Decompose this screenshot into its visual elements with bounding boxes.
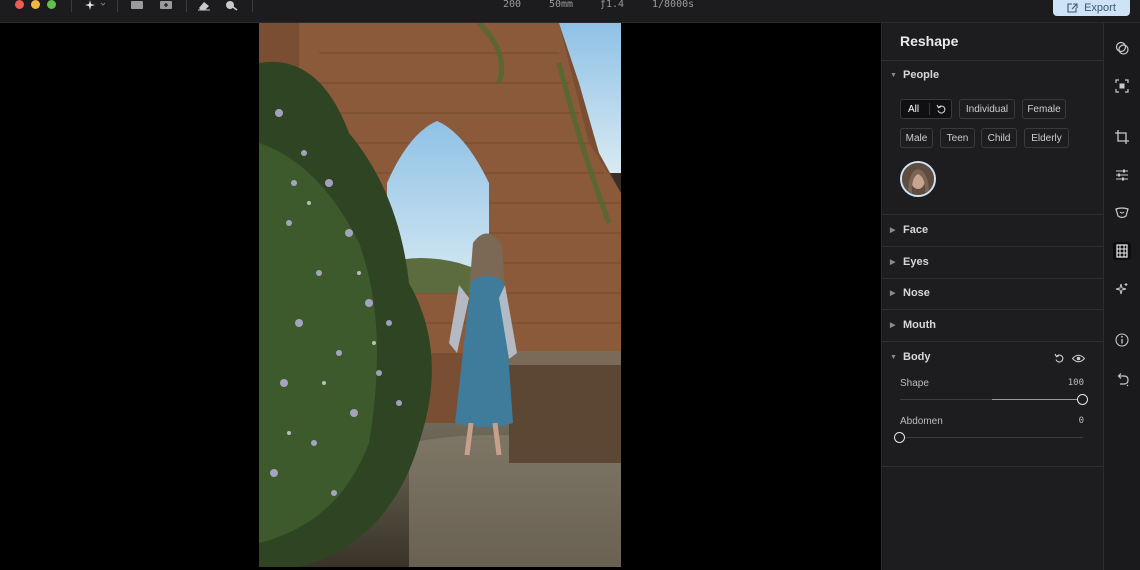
minimize-window-button[interactable]: [31, 0, 40, 9]
divider: [882, 278, 1103, 279]
toolbar-divider: [186, 0, 187, 12]
body-visibility-toggle[interactable]: [1071, 352, 1085, 364]
info-button[interactable]: [1113, 331, 1131, 349]
zoom-tool-button[interactable]: [224, 0, 240, 11]
filter-individual-chip[interactable]: Individual: [959, 99, 1015, 119]
exif-focal-length: 50mm: [549, 0, 574, 10]
chevron-right-icon: ▶: [890, 227, 896, 234]
eye-icon: [1071, 354, 1085, 362]
title-toolbar: 200 50mm ƒ1.4 1/8000s Export: [0, 0, 1140, 23]
ai-enhance-icon: [1115, 283, 1128, 295]
panel-title: Reshape: [900, 33, 959, 49]
filter-male-chip[interactable]: Male: [900, 128, 933, 148]
filter-female-chip[interactable]: Female: [1022, 99, 1066, 119]
section-eyes-label: Eyes: [903, 256, 929, 268]
adjustments-tool-button[interactable]: [1113, 166, 1131, 184]
reset-icon: [1054, 353, 1063, 363]
crop-icon: [1115, 130, 1129, 144]
close-window-button[interactable]: [15, 0, 24, 9]
photo-preview[interactable]: [259, 23, 621, 567]
add-photo-icon: [160, 1, 172, 9]
abdomen-slider[interactable]: [894, 432, 1083, 443]
section-face-header[interactable]: ▶ Face: [890, 224, 928, 236]
photo-woman-in-blue-dress: [259, 23, 621, 567]
exif-shutter-speed: 1/8000s: [652, 0, 695, 10]
toolbar-divider: [252, 0, 253, 12]
image-canvas[interactable]: [0, 23, 880, 570]
filter-all-chip[interactable]: All: [900, 99, 952, 119]
compare-button[interactable]: [129, 0, 145, 11]
toolbar-divider: [117, 0, 118, 12]
select-subject-icon: [1115, 79, 1129, 93]
magic-wand-icon: [85, 0, 105, 10]
section-mouth-label: Mouth: [903, 319, 936, 331]
filter-teen-chip[interactable]: Teen: [940, 128, 975, 148]
tool-rail: [1103, 23, 1140, 570]
divider: [882, 214, 1103, 215]
eraser-tool-button[interactable]: [196, 0, 212, 11]
section-mouth-header[interactable]: ▶ Mouth: [890, 319, 936, 331]
shape-slider-knob[interactable]: [1077, 394, 1088, 405]
section-body-label: Body: [903, 351, 931, 363]
chip-divider: [929, 103, 930, 115]
select-subject-tool-button[interactable]: [1113, 77, 1131, 95]
magic-wand-tool-button[interactable]: [82, 0, 106, 11]
section-nose-header[interactable]: ▶ Nose: [890, 287, 930, 299]
retouch-icon: [1115, 207, 1129, 219]
section-people-header[interactable]: ▼ People: [890, 69, 939, 81]
zoom-icon: [226, 0, 238, 11]
ai-enhance-tool-button[interactable]: [1113, 280, 1131, 298]
crop-tool-button[interactable]: [1113, 128, 1131, 146]
abdomen-slider-value[interactable]: 0: [1079, 416, 1084, 426]
section-eyes-header[interactable]: ▶ Eyes: [890, 256, 929, 268]
compare-icon: [131, 1, 143, 9]
zoom-window-button[interactable]: [47, 0, 56, 9]
divider: [882, 341, 1103, 342]
face-thumbnail: [902, 163, 934, 195]
body-reset-button[interactable]: [1053, 352, 1065, 364]
divider: [882, 466, 1103, 467]
eraser-icon: [198, 1, 210, 10]
divider: [882, 309, 1103, 310]
filter-all-label: All: [908, 103, 920, 115]
section-nose-label: Nose: [903, 287, 930, 299]
chevron-down-icon: ▼: [890, 353, 897, 361]
toolbar-divider: [71, 0, 72, 12]
section-face-label: Face: [903, 224, 929, 236]
section-people-label: People: [903, 69, 940, 81]
shape-slider-label: Shape: [900, 378, 929, 389]
info-icon: [1115, 333, 1129, 347]
chevron-right-icon: ▶: [890, 259, 896, 266]
shape-slider[interactable]: [900, 394, 1088, 405]
exif-aperture: ƒ1.4: [600, 0, 625, 10]
export-icon: [1067, 3, 1078, 13]
reshape-panel: Reshape ▼ People All Individual Female M…: [881, 23, 1103, 570]
divider: [882, 60, 1103, 61]
undo-history-icon: [1117, 373, 1129, 387]
filter-elderly-chip[interactable]: Elderly: [1024, 128, 1069, 148]
history-button[interactable]: [1113, 371, 1131, 389]
section-body-header[interactable]: ▼ Body: [890, 351, 931, 363]
detected-person-avatar[interactable]: [900, 161, 936, 197]
shape-slider-value[interactable]: 100: [1068, 378, 1084, 388]
chevron-right-icon: ▶: [890, 322, 896, 329]
shape-slider-fill: [991, 399, 1083, 400]
abdomen-slider-knob[interactable]: [894, 432, 905, 443]
layers-tool-button[interactable]: [1113, 39, 1131, 57]
add-photo-button[interactable]: [158, 0, 174, 11]
layers-icon: [1115, 41, 1129, 55]
chevron-down-icon: ▼: [890, 71, 897, 79]
retouch-tool-button[interactable]: [1113, 204, 1131, 222]
filter-child-chip[interactable]: Child: [981, 128, 1017, 148]
chevron-right-icon: ▶: [890, 290, 896, 297]
export-label: Export: [1084, 2, 1116, 14]
adjustments-icon: [1116, 169, 1128, 181]
reset-icon[interactable]: [936, 104, 947, 115]
reshape-body-tool-button[interactable]: [1113, 242, 1131, 260]
reshape-body-icon: [1116, 244, 1128, 258]
divider: [882, 246, 1103, 247]
abdomen-slider-label: Abdomen: [900, 416, 943, 427]
export-button[interactable]: Export: [1053, 0, 1130, 16]
exif-iso: 200: [503, 0, 522, 10]
